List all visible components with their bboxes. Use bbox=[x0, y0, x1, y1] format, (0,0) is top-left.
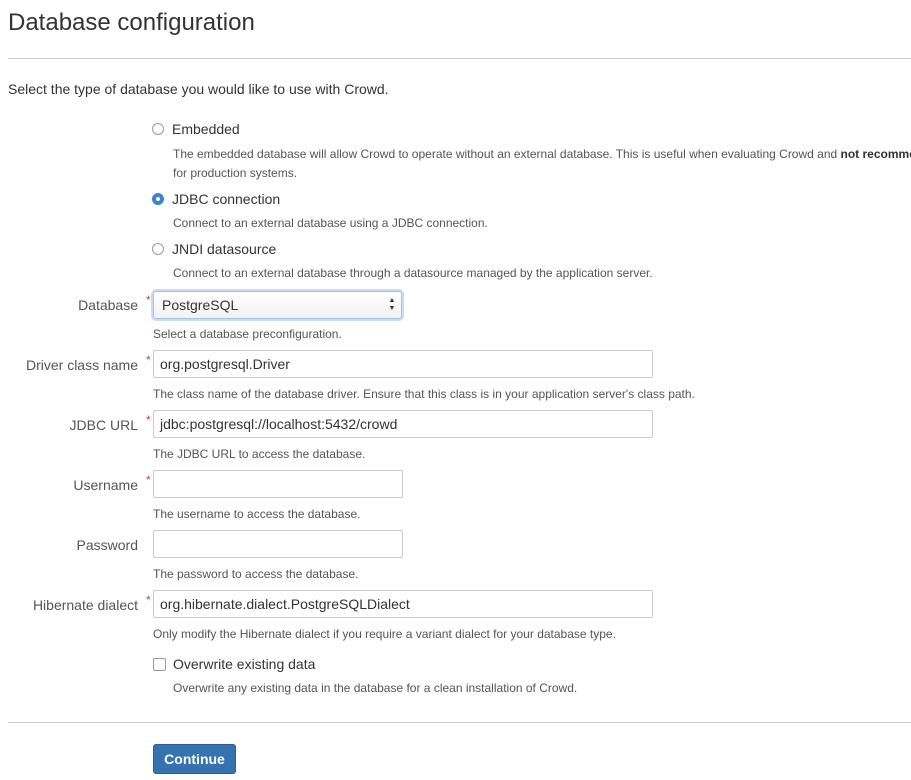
jdbc-url-input[interactable]: jdbc:postgresql://localhost:5432/crowd bbox=[153, 410, 653, 438]
required-marker: * bbox=[146, 593, 151, 607]
overwrite-checkbox[interactable] bbox=[153, 658, 166, 671]
required-marker: * bbox=[146, 353, 151, 367]
username-label-text: Username bbox=[73, 477, 138, 493]
password-label-text: Password bbox=[76, 537, 138, 553]
radio-option-jndi[interactable]: JNDI datasource bbox=[152, 239, 276, 259]
required-marker: * bbox=[146, 413, 151, 427]
username-input[interactable] bbox=[153, 470, 403, 498]
password-input[interactable] bbox=[153, 530, 403, 558]
radio-jndi-label[interactable]: JNDI datasource bbox=[172, 241, 276, 257]
radio-jndi[interactable] bbox=[152, 243, 164, 255]
database-label: Database * bbox=[8, 293, 151, 314]
continue-button[interactable]: Continue bbox=[153, 744, 236, 774]
database-label-text: Database bbox=[78, 297, 138, 313]
hibernate-dialect-input[interactable]: org.hibernate.dialect.PostgreSQLDialect bbox=[153, 590, 653, 618]
database-help: Select a database preconfiguration. bbox=[153, 327, 342, 341]
radio-jdbc[interactable] bbox=[152, 193, 164, 205]
jndi-description: Connect to an external database through … bbox=[173, 266, 653, 280]
database-select[interactable]: PostgreSQL ▲ ▼ bbox=[153, 291, 402, 319]
jdbc-url-help: The JDBC URL to access the database. bbox=[153, 447, 366, 461]
password-help: The password to access the database. bbox=[153, 567, 359, 581]
radio-embedded[interactable] bbox=[152, 123, 164, 135]
overwrite-description: Overwrite any existing data in the datab… bbox=[173, 681, 578, 695]
select-arrows-icon: ▲ ▼ bbox=[388, 297, 396, 312]
radio-jdbc-label[interactable]: JDBC connection bbox=[172, 191, 280, 207]
embedded-description: The embedded database will allow Crowd t… bbox=[173, 145, 911, 164]
required-marker: * bbox=[146, 293, 151, 307]
radio-option-jdbc[interactable]: JDBC connection bbox=[152, 189, 280, 209]
dialect-label-text: Hibernate dialect bbox=[32, 597, 138, 613]
dialect-help: Only modify the Hibernate dialect if you… bbox=[153, 627, 616, 641]
radio-embedded-label[interactable]: Embedded bbox=[172, 121, 240, 137]
embedded-desc-bold: not recomme bbox=[840, 147, 911, 161]
required-marker: * bbox=[146, 473, 151, 487]
driver-class-input[interactable]: org.postgresql.Driver bbox=[153, 350, 653, 378]
username-label: Username * bbox=[8, 473, 150, 494]
username-help: The username to access the database. bbox=[153, 507, 361, 521]
jdbc-url-label: JDBC URL * bbox=[8, 413, 151, 434]
intro-text: Select the type of database you would li… bbox=[8, 81, 389, 97]
radio-option-embedded[interactable]: Embedded bbox=[152, 119, 240, 139]
footer-divider bbox=[8, 722, 911, 723]
embedded-description-line2: for production systems. bbox=[173, 166, 298, 180]
page-title: Database configuration bbox=[8, 9, 255, 36]
header-divider bbox=[8, 58, 911, 59]
password-label: Password bbox=[8, 536, 138, 554]
driver-label-text: Driver class name bbox=[25, 357, 138, 373]
database-select-value: PostgreSQL bbox=[162, 297, 239, 313]
driver-label: Driver class name * bbox=[8, 353, 151, 374]
driver-help: The class name of the database driver. E… bbox=[153, 387, 695, 401]
jdbc-description: Connect to an external database using a … bbox=[173, 216, 488, 230]
embedded-desc-text: The embedded database will allow Crowd t… bbox=[173, 147, 841, 161]
overwrite-label[interactable]: Overwrite existing data bbox=[173, 655, 315, 673]
dialect-label: Hibernate dialect * bbox=[8, 593, 151, 614]
jdbc-url-label-text: JDBC URL bbox=[69, 417, 138, 433]
